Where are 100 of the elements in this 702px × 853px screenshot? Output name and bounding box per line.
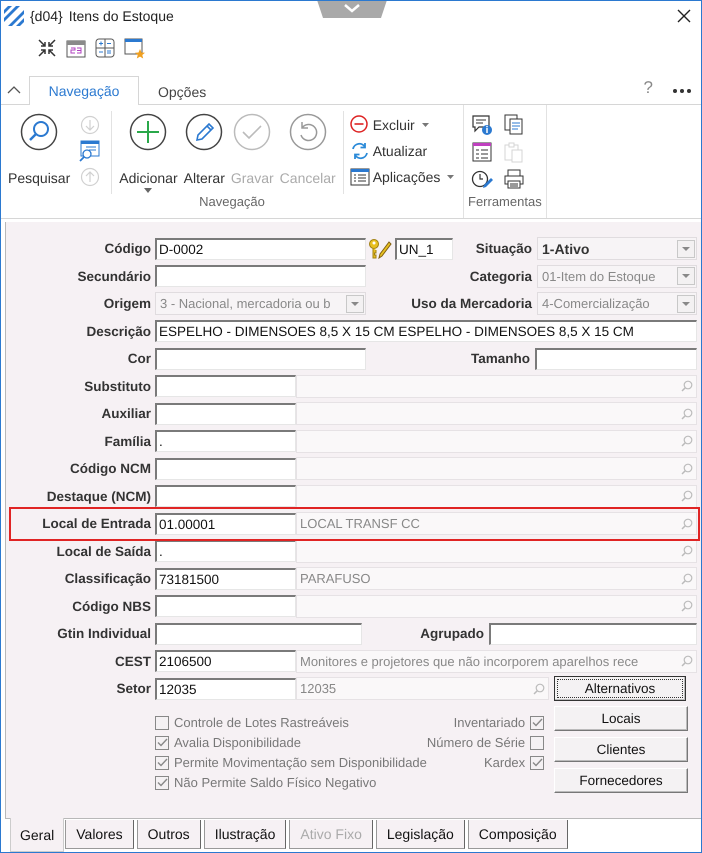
input-field[interactable] [155,485,296,508]
checkbox-label: Número de Série [426,735,526,750]
field-label: Descrição [85,324,151,339]
checkbox-label: Avalia Disponibilidade [174,735,301,750]
field-label: Uso da Mercadoria [410,296,532,312]
input-field[interactable]: ESPELHO - DIMENSOES 8,5 X 15 CM ESPELHO - DIMENSOES 8,5 X 15 CM [155,320,697,342]
field-label: Código NCM [69,461,151,476]
ribbon-button[interactable]: Alterar [180,111,228,194]
lookup-field[interactable] [296,540,697,563]
tab[interactable]: Geral [10,818,64,852]
checkbox[interactable] [530,756,544,770]
checkbox[interactable] [530,716,544,730]
group-label: Navegação [198,194,266,211]
lookup-field[interactable] [296,402,697,426]
search-icon[interactable] [681,600,693,612]
check-icon [156,758,168,767]
checkbox-label: Controle de Lotes Rastreáveis [174,715,349,730]
input-field[interactable] [155,458,296,480]
checkbox-label: Kardex [484,755,526,770]
ribbon-tab[interactable]: Navegação [29,76,139,105]
ribbon-button[interactable]: Adicionar [116,111,181,194]
calculator-icon[interactable] [95,38,115,58]
search-icon[interactable] [681,655,693,668]
side-button[interactable]: Clientes [554,736,688,762]
check-icon [156,738,168,747]
checkbox[interactable] [530,736,544,750]
field-label: Setor [115,681,151,696]
input-field[interactable] [155,348,366,370]
input-field[interactable]: . [155,430,296,452]
checkbox[interactable] [155,756,169,770]
tab[interactable]: Valores [65,820,134,849]
search-icon[interactable] [681,435,693,448]
input-field[interactable]: 2106500 [155,650,296,672]
calendar-icon[interactable] [66,38,86,58]
input-field[interactable]: 73181500 [155,568,296,590]
arrow-down-icon [80,115,100,135]
side-button[interactable]: Fornecedores [554,768,688,792]
lookup-field[interactable] [296,594,697,618]
search-icon[interactable] [681,490,693,502]
field-label: Destaque (NCM) [46,488,151,504]
checkbox[interactable] [155,716,169,730]
field-label: Origem [102,296,151,312]
search-icon[interactable] [681,518,693,530]
checkbox[interactable] [155,736,169,750]
input-field[interactable] [155,622,362,645]
field-label: Cor [126,351,151,366]
lookup-field[interactable] [296,484,697,508]
input-field[interactable] [155,595,296,618]
ribbon-tab[interactable]: Opções [139,77,226,105]
tab[interactable]: Legislação [376,820,465,849]
window-star-icon[interactable] [124,37,146,59]
ribbon-command[interactable]: Atualizar [350,139,454,162]
input-field[interactable]: 12035 [155,678,296,700]
field-label: Situação [474,241,532,256]
check-icon [532,718,543,727]
more-icon[interactable] [673,89,691,93]
side-button[interactable]: Locais [554,706,688,730]
search-icon[interactable] [681,462,693,475]
input-field[interactable] [155,265,366,288]
chevron-down-icon[interactable] [317,1,387,18]
input-field[interactable] [535,348,697,370]
input-field[interactable] [155,375,296,398]
lookup-field[interactable] [296,457,697,480]
input-field[interactable] [489,622,697,645]
ribbon-button[interactable]: Pesquisar [5,111,74,194]
search-icon[interactable] [681,380,693,392]
search-icon[interactable] [681,408,693,420]
caret-icon [422,122,429,126]
search-icon[interactable] [681,545,693,558]
key-pencil-icon [368,238,392,260]
checkbox[interactable] [155,776,169,790]
tab[interactable]: Composição [468,820,568,849]
ribbon-command[interactable]: Excluir [350,113,454,136]
search-icon[interactable] [533,682,545,695]
input-field[interactable]: 01.00001 [155,512,296,535]
tab[interactable]: Outros [136,820,201,849]
close-icon[interactable] [677,9,691,23]
input-field[interactable]: . [155,540,296,562]
collapse-caret-icon[interactable] [7,85,21,94]
help-button[interactable]: ? [644,78,653,98]
arrow-up-icon [80,167,100,187]
caret-icon [144,188,152,193]
search-icon[interactable] [681,572,693,585]
window-code: {d04} [30,8,63,24]
collapse-icon[interactable] [37,38,57,58]
lookup-field[interactable] [296,430,697,453]
input-field[interactable]: D-0002 [155,238,366,260]
dropdown-field[interactable]: 1-Ativo [537,237,697,260]
refresh-icon [350,140,370,160]
input-field[interactable] [155,402,296,425]
copy-icon [503,114,525,136]
ribbon-command[interactable]: Aplicações [350,165,454,188]
input-field[interactable]: UN_1 [395,238,453,260]
check-icon [532,758,543,767]
group-label: Ferramentas [467,194,543,211]
field-label: Secundário [76,268,151,284]
tab[interactable]: Ilustração [204,820,286,849]
search-window-button[interactable] [78,139,102,163]
alternatives-button[interactable]: Alternativos [554,676,686,702]
lookup-field[interactable] [296,374,697,398]
